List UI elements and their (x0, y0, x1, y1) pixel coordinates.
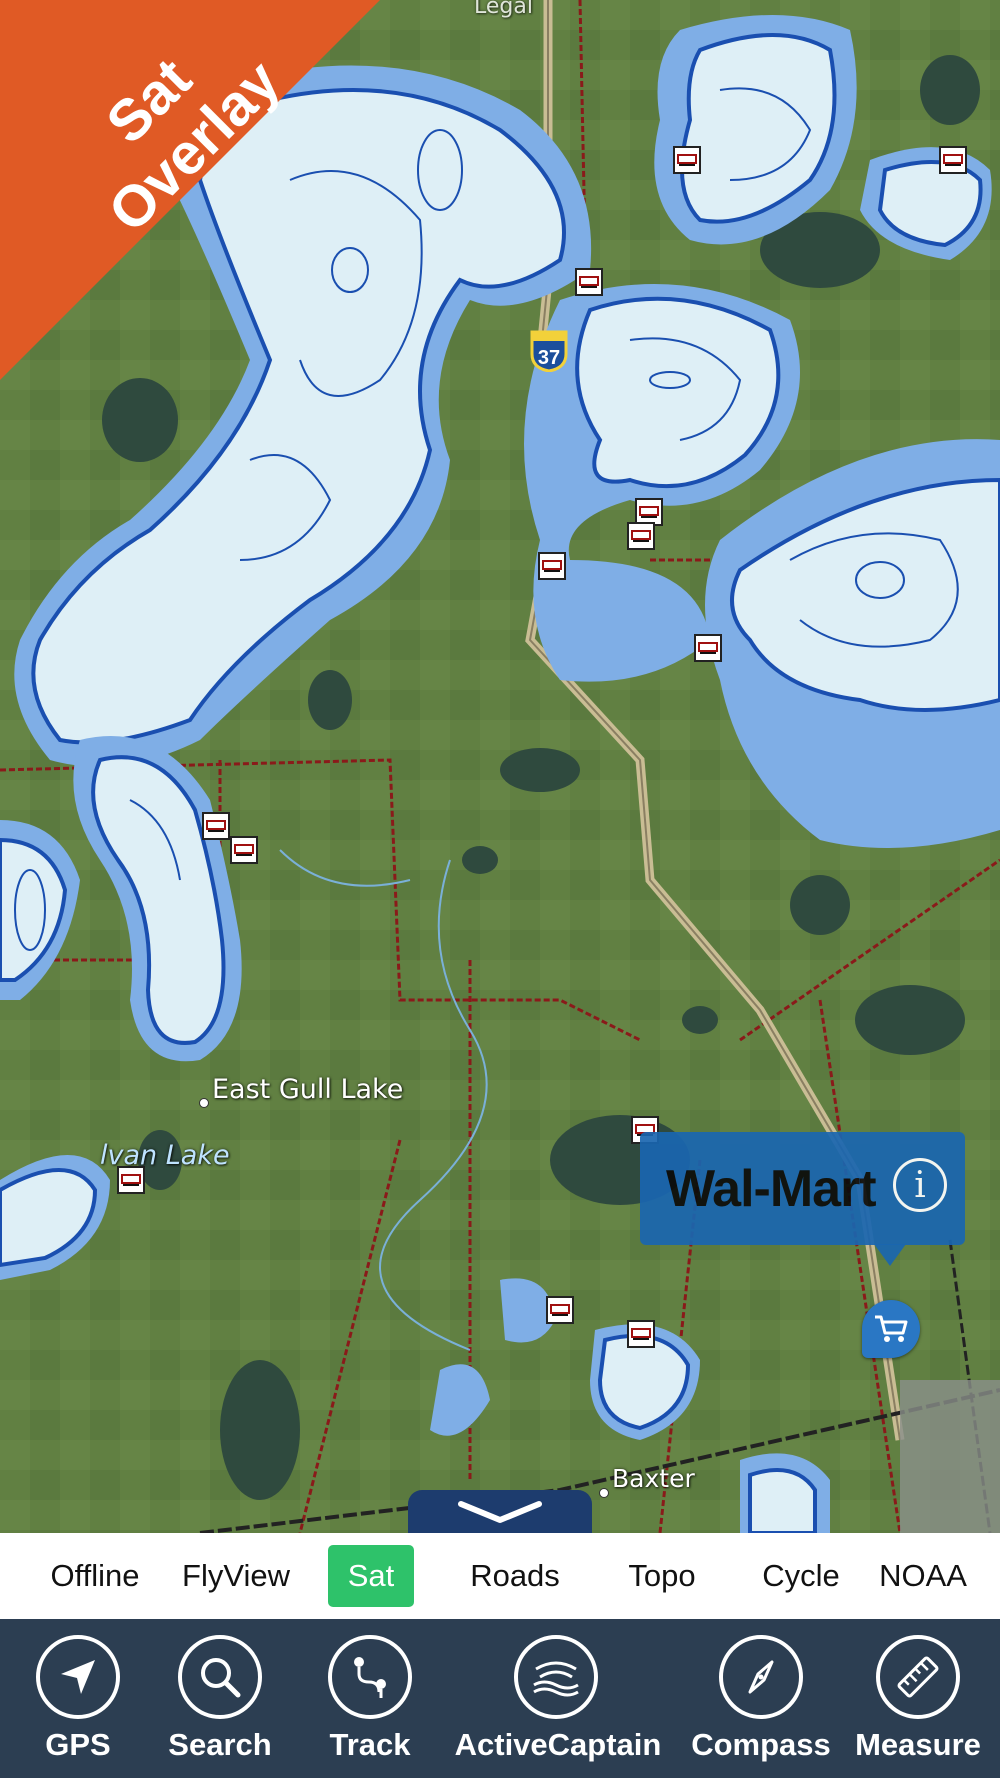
callout-title: Wal-Mart (666, 1159, 877, 1218)
boat-ramp-icon[interactable] (546, 1296, 574, 1324)
highway-shield: 37 (530, 330, 568, 373)
search-button[interactable]: Search (160, 1619, 280, 1778)
poi-callout[interactable]: Wal-Mart i (640, 1132, 965, 1245)
tab-sat[interactable]: Sat (328, 1545, 414, 1607)
search-icon (178, 1635, 262, 1719)
gps-arrow-icon (36, 1635, 120, 1719)
tab-topo[interactable]: Topo (610, 1545, 714, 1607)
gps-label: GPS (45, 1727, 111, 1762)
compass-button[interactable]: Compass (686, 1619, 836, 1778)
track-label: Track (329, 1727, 411, 1762)
info-icon[interactable]: i (893, 1158, 947, 1212)
boat-ramp-icon[interactable] (627, 522, 655, 550)
compass-icon (719, 1635, 803, 1719)
map-label-legal: Legal (474, 0, 533, 19)
map-label-east-gull-lake: East Gull Lake (212, 1074, 404, 1105)
map-canvas (0, 0, 1000, 1533)
activecaptain-button[interactable]: ActiveCaptain (448, 1619, 668, 1778)
activecaptain-label: ActiveCaptain (454, 1727, 662, 1762)
measure-label: Measure (855, 1727, 981, 1762)
tab-flyview[interactable]: FlyView (170, 1545, 302, 1607)
boat-ramp-icon[interactable] (694, 634, 722, 662)
tab-offline[interactable]: Offline (36, 1545, 154, 1607)
chevron-down-icon (458, 1501, 542, 1523)
boat-ramp-icon[interactable] (627, 1320, 655, 1348)
ruler-icon (876, 1635, 960, 1719)
measure-button[interactable]: Measure (850, 1619, 986, 1778)
shopping-cart-icon[interactable] (862, 1300, 920, 1358)
city-dot (599, 1488, 609, 1498)
map-label-baxter: Baxter (612, 1464, 695, 1493)
drawer-toggle-button[interactable] (408, 1490, 592, 1533)
search-label: Search (168, 1727, 272, 1762)
boat-ramp-icon[interactable] (575, 268, 603, 296)
boat-ramp-icon[interactable] (202, 812, 230, 840)
boat-ramp-icon[interactable] (673, 146, 701, 174)
boat-ramp-icon[interactable] (538, 552, 566, 580)
boat-ramp-icon[interactable] (939, 146, 967, 174)
tab-roads[interactable]: Roads (452, 1545, 578, 1607)
activecaptain-icon (514, 1635, 598, 1719)
satellite-map[interactable]: Legal 37 East Gull Lake lvan Lake Baxter… (0, 0, 1000, 1533)
highway-number: 37 (538, 347, 560, 369)
map-label-lake: lvan Lake (100, 1140, 230, 1171)
track-icon (328, 1635, 412, 1719)
compass-label: Compass (691, 1727, 831, 1762)
map-layer-tabs: Offline FlyView Sat Roads Topo Cycle NOA… (0, 1533, 1000, 1619)
town-dot (199, 1098, 209, 1108)
tab-noaa[interactable]: NOAA (868, 1545, 978, 1607)
gps-button[interactable]: GPS (20, 1619, 136, 1778)
boat-ramp-icon[interactable] (230, 836, 258, 864)
track-button[interactable]: Track (310, 1619, 430, 1778)
tab-cycle[interactable]: Cycle (748, 1545, 854, 1607)
callout-pointer (874, 1244, 906, 1266)
bottom-toolbar: GPS Search Track ActiveCaptain Compass M… (0, 1619, 1000, 1778)
